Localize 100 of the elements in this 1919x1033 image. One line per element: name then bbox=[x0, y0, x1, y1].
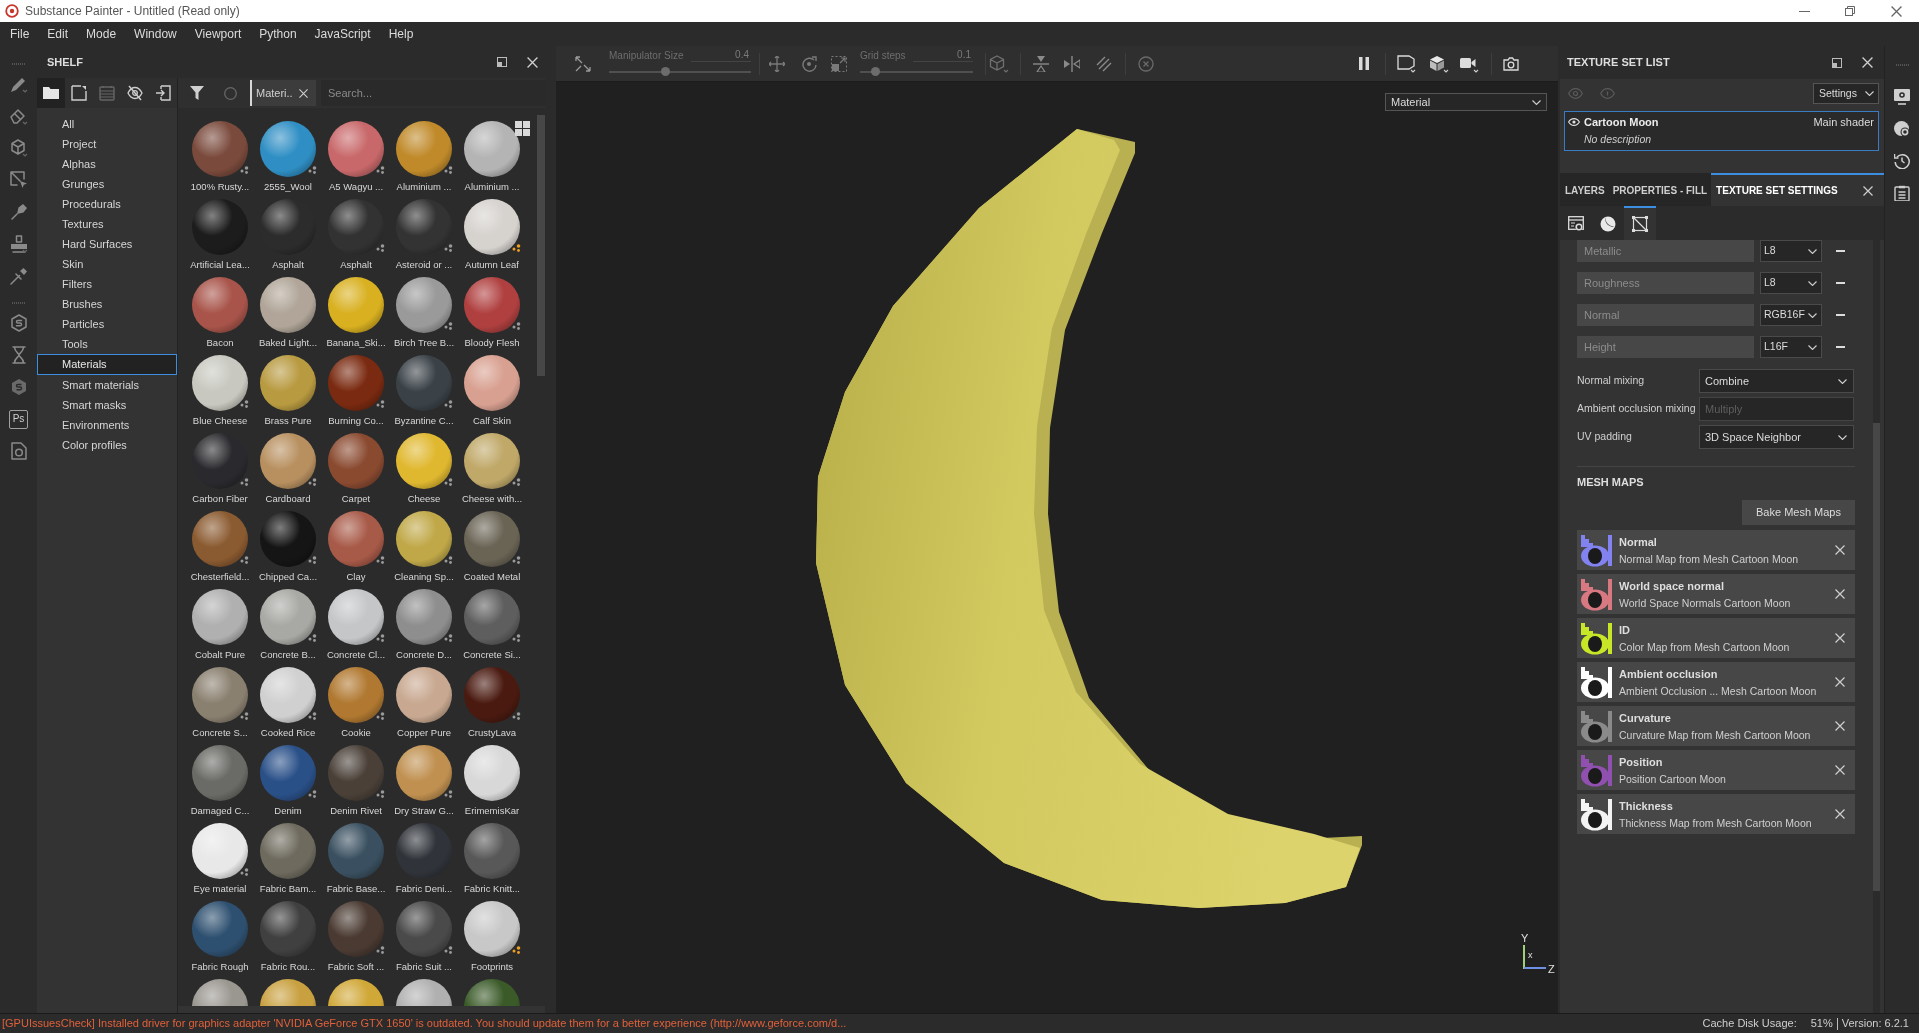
format-dropdown[interactable]: L8 bbox=[1760, 240, 1822, 262]
drag-handle-icon[interactable] bbox=[12, 63, 25, 65]
material-name: Copper Pure bbox=[397, 726, 451, 740]
category-item[interactable]: Environments bbox=[37, 415, 177, 435]
category-item[interactable]: Materials bbox=[37, 354, 177, 375]
scrollbar-thumb[interactable] bbox=[1873, 423, 1880, 891]
float-panel-icon[interactable] bbox=[1832, 57, 1842, 68]
filter-icon[interactable] bbox=[190, 86, 204, 100]
menu-item[interactable]: Edit bbox=[38, 25, 78, 43]
mesh-map-item[interactable]: Curvature Curvature Map from Mesh Cartoon Moon bbox=[1577, 706, 1855, 746]
s-hexagon-icon[interactable] bbox=[9, 314, 28, 332]
category-item[interactable]: Smart materials bbox=[37, 375, 177, 395]
sub-tab[interactable] bbox=[1624, 206, 1656, 240]
category-item[interactable]: Skin bbox=[37, 254, 177, 274]
solid-cube-icon[interactable] bbox=[1429, 54, 1449, 73]
rotate-icon[interactable] bbox=[801, 55, 817, 72]
move-icon[interactable] bbox=[769, 55, 785, 72]
panel-tab[interactable]: LAYERS bbox=[1561, 173, 1609, 206]
hourglass-icon[interactable] bbox=[9, 346, 28, 364]
mesh-map-item[interactable]: ID Color Map from Mesh Cartoon Moon bbox=[1577, 618, 1855, 658]
slider-thumb[interactable] bbox=[871, 67, 881, 76]
mesh-map-item[interactable]: Thickness Thickness Map from Mesh Cartoon Moon bbox=[1577, 794, 1855, 834]
grid-view-icon[interactable] bbox=[515, 121, 530, 136]
category-item[interactable]: Filters bbox=[37, 274, 177, 294]
view-frame-icon[interactable] bbox=[1397, 54, 1417, 73]
brush-icon[interactable] bbox=[9, 75, 28, 93]
slider-track[interactable] bbox=[609, 70, 751, 73]
slider-thumb[interactable] bbox=[661, 67, 671, 76]
mesh-map-item[interactable]: Normal Normal Map from Mesh Cartoon Moon bbox=[1577, 530, 1855, 570]
menu-item[interactable]: Window bbox=[125, 25, 186, 43]
category-item[interactable]: Grunges bbox=[37, 174, 177, 194]
mesh-map-item[interactable]: Position Position Cartoon Moon bbox=[1577, 750, 1855, 790]
menu-item[interactable]: Help bbox=[379, 25, 423, 43]
menu-item[interactable]: Viewport bbox=[185, 25, 251, 43]
smudge-icon[interactable] bbox=[9, 203, 28, 221]
material-name: Concrete Si... bbox=[463, 648, 521, 662]
material-name: Asphalt bbox=[340, 258, 372, 272]
category-item[interactable]: Brushes bbox=[37, 294, 177, 314]
mesh-map-item[interactable]: World space normal World Space Normals Cartoon Moon bbox=[1577, 574, 1855, 614]
category-item[interactable]: Color profiles bbox=[37, 435, 177, 455]
setting-dropdown[interactable]: Combine bbox=[1699, 369, 1854, 393]
transform-icon[interactable] bbox=[575, 55, 591, 72]
texture-set-item[interactable]: Cartoon Moon Main shader No description bbox=[1564, 111, 1879, 151]
category-item[interactable]: Hard Surfaces bbox=[37, 234, 177, 254]
category-item[interactable]: Particles bbox=[37, 314, 177, 334]
slider-track[interactable] bbox=[860, 70, 973, 73]
category-item[interactable]: Alphas bbox=[37, 154, 177, 174]
view-button[interactable] bbox=[37, 78, 65, 108]
reset-icon[interactable] bbox=[1138, 55, 1154, 72]
drag-handle-icon[interactable] bbox=[12, 302, 25, 304]
section-title: MESH MAPS bbox=[1577, 475, 1645, 489]
category-item[interactable]: All bbox=[37, 114, 177, 134]
format-dropdown[interactable]: RGB16F bbox=[1760, 304, 1822, 326]
eyedropper-icon[interactable] bbox=[9, 267, 28, 285]
scrollbar-thumb[interactable] bbox=[537, 115, 545, 376]
category-item[interactable]: Tools bbox=[37, 334, 177, 354]
category-item[interactable]: Smart masks bbox=[37, 395, 177, 415]
format-dropdown[interactable]: L16F bbox=[1760, 336, 1822, 358]
drag-handle-icon[interactable] bbox=[1895, 64, 1909, 66]
category-item[interactable]: Textures bbox=[37, 214, 177, 234]
settings-dropdown[interactable]: Settings bbox=[1813, 83, 1879, 104]
cube-icon[interactable] bbox=[989, 54, 1009, 73]
history-icon[interactable] bbox=[1894, 153, 1910, 169]
menu-item[interactable]: File bbox=[1, 25, 39, 43]
flip-vertical-icon[interactable] bbox=[1033, 55, 1049, 72]
category-item[interactable]: Procedurals bbox=[37, 194, 177, 214]
cube-icon[interactable] bbox=[9, 139, 28, 157]
menu-item[interactable]: Python bbox=[250, 25, 306, 43]
pause-icon[interactable] bbox=[1358, 57, 1370, 70]
scale-icon[interactable] bbox=[831, 55, 847, 72]
menu-item[interactable]: JavaScript bbox=[305, 25, 380, 43]
axis-label: Y bbox=[1521, 932, 1529, 944]
float-panel-icon[interactable] bbox=[497, 57, 507, 67]
eraser-icon[interactable] bbox=[9, 107, 28, 125]
polygon-fill-icon[interactable] bbox=[9, 171, 28, 189]
menu-item[interactable]: Mode bbox=[77, 25, 126, 43]
mirror-icon[interactable] bbox=[1064, 55, 1080, 72]
mesh-map-item[interactable]: Ambient occlusion Ambient Occlusion ... Mesh Cartoon Moon bbox=[1577, 662, 1855, 702]
clipboard-icon[interactable] bbox=[1894, 185, 1910, 201]
panel-tab[interactable]: TEXTURE SET SETTINGS bbox=[1711, 173, 1884, 206]
panel-tab[interactable]: PROPERTIES - FILL bbox=[1608, 173, 1712, 206]
document-icon[interactable] bbox=[10, 442, 27, 460]
camera-icon[interactable] bbox=[1503, 56, 1519, 71]
channel-dropdown[interactable]: Material bbox=[1385, 93, 1547, 111]
minimize-icon[interactable] bbox=[1798, 10, 1810, 12]
diagonal-lines-icon[interactable] bbox=[1096, 55, 1112, 72]
monitor-gear-icon[interactable] bbox=[1894, 89, 1910, 105]
maximize-icon[interactable] bbox=[1845, 6, 1855, 16]
close-icon[interactable] bbox=[1890, 5, 1902, 17]
bake-button[interactable]: Bake Mesh Maps bbox=[1742, 500, 1855, 525]
setting-dropdown[interactable]: 3D Space Neighbor bbox=[1699, 425, 1854, 449]
globe-gear-icon[interactable] bbox=[1894, 121, 1910, 137]
new-item-icon bbox=[71, 85, 87, 101]
ps-button[interactable]: Ps bbox=[9, 409, 28, 429]
filter-tag[interactable]: Materi.. bbox=[250, 80, 316, 106]
stamp-icon[interactable] bbox=[9, 235, 28, 253]
format-dropdown[interactable]: L8 bbox=[1760, 272, 1822, 294]
category-item[interactable]: Project bbox=[37, 134, 177, 154]
s-hexagon-icon[interactable] bbox=[9, 378, 28, 396]
search-field[interactable]: Search... bbox=[321, 80, 545, 106]
